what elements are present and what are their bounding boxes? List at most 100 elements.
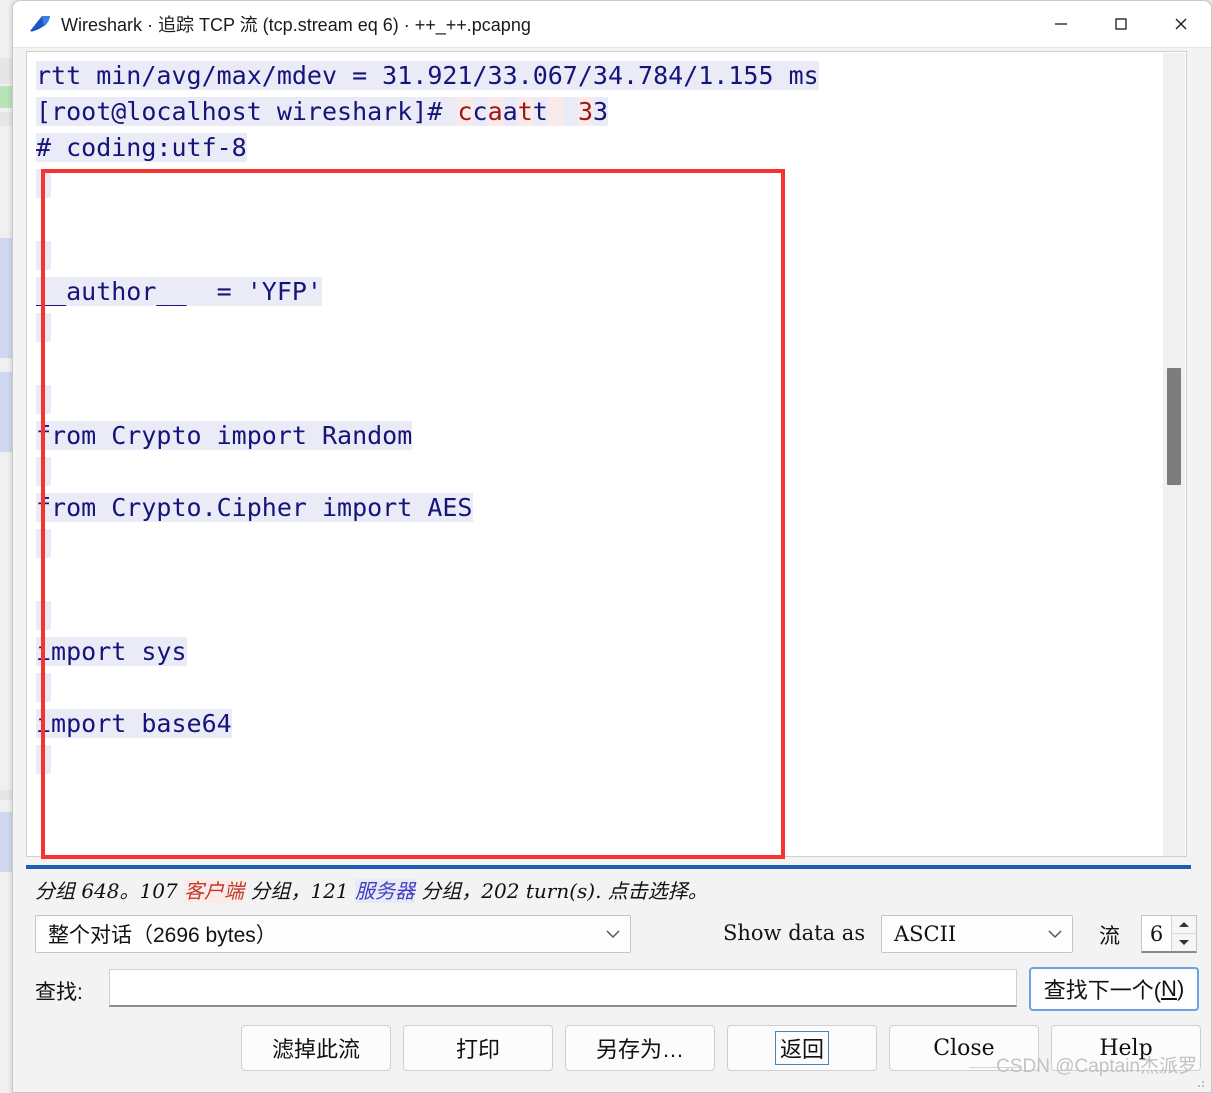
chevron-down-icon — [596, 929, 630, 939]
stream-line-text: · — [36, 601, 52, 630]
chevron-down-icon — [1038, 929, 1072, 939]
stream-line: · — [36, 670, 819, 706]
stream-line — [36, 346, 819, 382]
spinner-up-icon — [1179, 922, 1189, 927]
screenshot-root: Wireshark · 追踪 TCP 流 (tcp.stream eq 6) ·… — [0, 0, 1212, 1093]
stream-echo-char: 3 — [593, 97, 609, 126]
stream-line — [36, 562, 819, 598]
stream-line-text: · — [36, 313, 52, 342]
find-next-button[interactable]: 查找下一个(N) — [1029, 967, 1199, 1011]
show-data-as-label: Show data as — [723, 921, 866, 945]
close-button[interactable] — [1151, 1, 1211, 47]
stream-echo-char — [547, 97, 563, 126]
find-label: 查找: — [35, 981, 83, 1004]
stream-echo-char: c — [472, 97, 488, 126]
conversation-select-value: 整个对话（2696 bytes） — [48, 924, 277, 947]
stream-line: [root@localhost wireshark]# ccaatt 33 — [36, 94, 819, 130]
window-title: Wireshark · 追踪 TCP 流 (tcp.stream eq 6) ·… — [61, 15, 531, 35]
maximize-button[interactable] — [1091, 1, 1151, 47]
close-dialog-label: Close — [933, 1035, 995, 1061]
stepper-up-button[interactable] — [1172, 916, 1196, 934]
minimize-button[interactable] — [1031, 1, 1091, 47]
find-next-label: 查找下一个( — [1043, 978, 1162, 1003]
tcp-stream-dialog: Wireshark · 追踪 TCP 流 (tcp.stream eq 6) ·… — [12, 0, 1212, 1093]
find-next-accelerator: N — [1161, 976, 1177, 1001]
close-icon — [1175, 18, 1187, 30]
watermark: CSDN @Captain杰派罗 — [996, 1056, 1197, 1077]
stream-line: from Crypto.Cipher import AES — [36, 490, 819, 526]
stream-line-text: from Crypto import Random — [36, 421, 413, 450]
stream-line-text: import base64 — [36, 709, 232, 738]
stream-text: rtt min/avg/max/mdev = 31.921/33.067/34.… — [36, 58, 819, 778]
scrollbar-thumb[interactable] — [1167, 368, 1181, 485]
stream-line-server-segment: [root@localhost wireshark]# — [36, 97, 458, 126]
conversation-select[interactable]: 整个对话（2696 bytes） — [35, 915, 631, 953]
status-mid: 分组，121 — [244, 879, 355, 903]
wireshark-fin-icon — [30, 16, 50, 32]
stream-line-text: · — [36, 241, 52, 270]
status-suffix: 分组，202 turn(s). 点击选择。 — [414, 879, 708, 903]
stream-line-text: · — [36, 745, 52, 774]
stream-line-text: · — [36, 385, 52, 414]
minimize-icon — [1055, 23, 1067, 25]
stream-line: · — [36, 238, 819, 274]
find-next-tail: ) — [1176, 976, 1185, 1001]
stream-number-label: 流 — [1099, 925, 1120, 948]
stream-line-text: rtt min/avg/max/mdev = 31.921/33.067/34.… — [36, 61, 819, 90]
stream-line: from Crypto import Random — [36, 418, 819, 454]
stream-line-text: # coding:utf-8 — [36, 133, 247, 162]
stream-line: import sys — [36, 634, 819, 670]
stream-echo-char — [562, 97, 578, 126]
show-data-as-value: ASCII — [894, 922, 957, 946]
resize-grip-icon[interactable] — [1194, 1077, 1206, 1089]
title-bar: Wireshark · 追踪 TCP 流 (tcp.stream eq 6) ·… — [13, 1, 1211, 48]
stream-line-text: import sys — [36, 637, 187, 666]
status-server-word: 服务器 — [354, 879, 415, 903]
stream-content-pane[interactable]: rtt min/avg/max/mdev = 31.921/33.067/34.… — [26, 51, 1187, 857]
stream-line-text: · — [36, 529, 52, 558]
save-as-label: 另存为… — [595, 1037, 684, 1062]
stream-echo-char: a — [502, 97, 518, 126]
stream-number-value: 6 — [1149, 921, 1164, 946]
stream-line: · — [36, 598, 819, 634]
stream-echo-char: t — [517, 97, 533, 126]
stream-line-text: __author__ = 'YFP' — [36, 277, 322, 306]
stream-line: rtt min/avg/max/mdev = 31.921/33.067/34.… — [36, 58, 819, 94]
status-client-word: 客户端 — [184, 879, 245, 903]
stream-line: · — [36, 454, 819, 490]
spinner-down-icon — [1179, 940, 1189, 945]
stream-echo-char: c — [457, 97, 473, 126]
print-label: 打印 — [455, 1037, 500, 1062]
stream-line: · — [36, 310, 819, 346]
filter-out-stream-button[interactable]: 滤掉此流 — [241, 1025, 391, 1071]
filter-out-stream-label: 滤掉此流 — [271, 1037, 360, 1062]
stream-line: · — [36, 742, 819, 778]
show-data-as-select[interactable]: ASCII — [881, 915, 1073, 953]
stepper-arrows — [1171, 916, 1196, 951]
stream-line: · — [36, 382, 819, 418]
stream-echo-char: t — [532, 97, 548, 126]
stream-number-stepper[interactable]: 6 — [1141, 915, 1197, 953]
stream-line: · — [36, 166, 819, 202]
stream-line: import base64 — [36, 706, 819, 742]
status-prefix: 分组 648。107 — [35, 879, 185, 903]
print-button[interactable]: 打印 — [403, 1025, 553, 1071]
stream-line: # coding:utf-8 — [36, 130, 819, 166]
stream-line-text: · — [36, 457, 52, 486]
vertical-scrollbar[interactable] — [1163, 53, 1185, 856]
back-button[interactable]: 返回 — [727, 1025, 877, 1071]
stream-echo-char: a — [487, 97, 503, 126]
stream-echo-char: 3 — [577, 97, 593, 126]
packet-status-line: 分组 648。107 客户端 分组，121 服务器 分组，202 turn(s)… — [35, 875, 708, 904]
stream-line-text: · — [36, 673, 52, 702]
find-input[interactable] — [109, 969, 1017, 1007]
save-as-button[interactable]: 另存为… — [565, 1025, 715, 1071]
stream-line-text: from Crypto.Cipher import AES — [36, 493, 473, 522]
stream-line-text: · — [36, 169, 52, 198]
stream-line: __author__ = 'YFP' — [36, 274, 819, 310]
window-controls — [1031, 1, 1211, 47]
pane-separator — [26, 865, 1191, 869]
back-label: 返回 — [774, 1031, 829, 1065]
maximize-icon — [1115, 18, 1127, 30]
stepper-down-button[interactable] — [1172, 934, 1196, 951]
